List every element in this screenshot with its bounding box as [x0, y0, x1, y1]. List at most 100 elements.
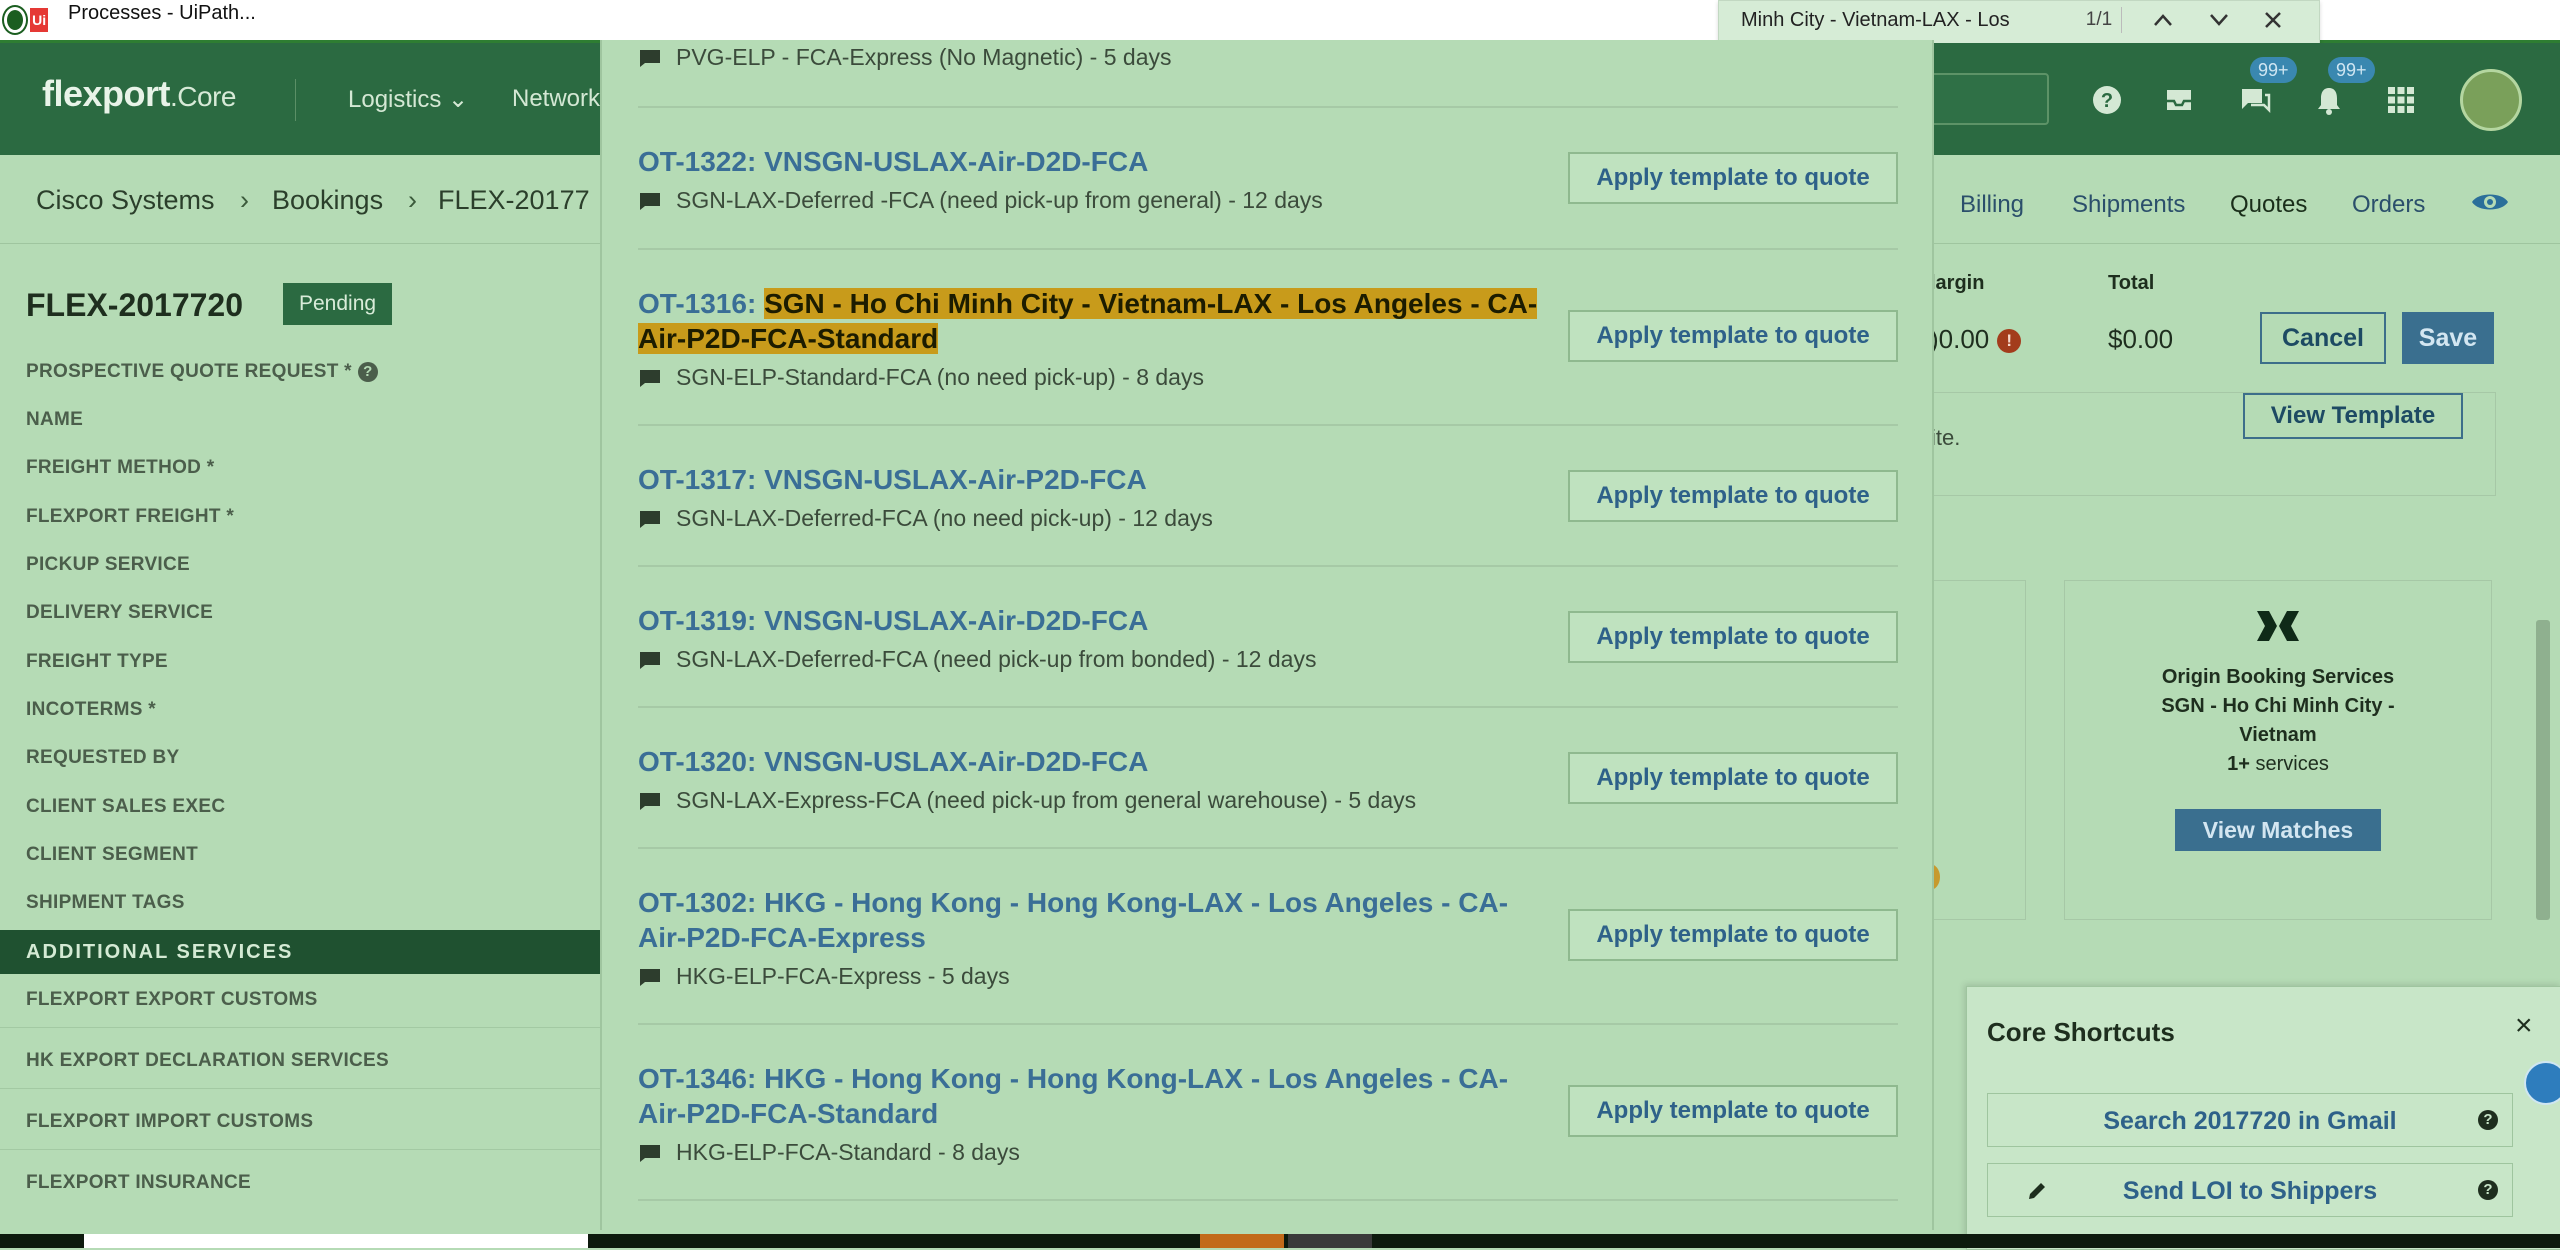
field-freight-method: FREIGHT METHOD *: [26, 457, 215, 478]
circle-logo-icon: [4, 7, 27, 33]
ui-logo-icon: Ui: [30, 8, 48, 32]
apply-template-button[interactable]: Apply template to quote: [1568, 470, 1898, 522]
shortcut-search-gmail[interactable]: Search 2017720 in Gmail ?: [1987, 1093, 2513, 1147]
notifications-bell-icon[interactable]: [2312, 83, 2346, 117]
taskbar-item[interactable]: [84, 1234, 588, 1248]
template-subtitle: PVG-ELP - FCA-Express (No Magnetic) - 5 …: [638, 44, 1172, 71]
field-flexport-insurance: FLEXPORT INSURANCE: [26, 1172, 251, 1193]
template-text: OT-1322: VNSGN-USLAX-Air-D2D-FCA SGN-LAX…: [638, 144, 1538, 214]
template-row: OT-1319: VNSGN-USLAX-Air-D2D-FCA SGN-LAX…: [638, 567, 1898, 708]
origin-card-country: Vietnam: [2239, 724, 2317, 746]
tab-shipments[interactable]: Shipments: [2072, 191, 2185, 219]
tab-billing[interactable]: Billing: [1960, 191, 2024, 219]
user-avatar[interactable]: [2460, 69, 2522, 131]
inbox-icon[interactable]: [2162, 83, 2196, 117]
taskbar-item[interactable]: [1288, 1234, 1372, 1248]
breadcrumb-client[interactable]: Cisco Systems: [36, 185, 215, 216]
tab-quotes[interactable]: Quotes: [2230, 191, 2307, 219]
apply-template-button[interactable]: Apply template to quote: [1568, 752, 1898, 804]
template-subtitle: HKG-ELP-FCA-Standard - 8 days: [638, 1139, 1538, 1166]
origin-card-count: 1+ services: [2065, 750, 2491, 779]
margin-amount: )0.00: [1930, 324, 1990, 354]
margin-label: largin: [1930, 272, 1985, 294]
find-close-button[interactable]: [2253, 3, 2293, 37]
template-name: VNSGN-USLAX-Air-D2D-FCA: [764, 746, 1149, 777]
template-title[interactable]: OT-1346: HKG - Hong Kong - Hong Kong-LAX…: [638, 1061, 1538, 1131]
template-row: OT-1316: SGN - Ho Chi Minh City - Vietna…: [638, 250, 1898, 426]
divider: [0, 1027, 600, 1028]
find-next-button[interactable]: [2199, 3, 2239, 37]
total-label: Total: [2108, 272, 2155, 294]
template-row: OT-1322: VNSGN-USLAX-Air-D2D-FCA SGN-LAX…: [638, 108, 1898, 250]
template-subtitle-text: SGN-ELP-Standard-FCA (no need pick-up) -…: [676, 364, 1204, 390]
nav-network[interactable]: Network: [512, 85, 600, 113]
template-subtitle: SGN-ELP-Standard-FCA (no need pick-up) -…: [638, 364, 1538, 391]
apply-template-button[interactable]: Apply template to quote: [1568, 611, 1898, 663]
find-previous-button[interactable]: [2143, 3, 2183, 37]
page-scrollbar[interactable]: [2536, 620, 2550, 920]
brand-name: flexport: [42, 73, 171, 114]
flexport-logo[interactable]: flexport.Core: [42, 73, 236, 115]
taskbar-item[interactable]: [1200, 1234, 1284, 1248]
view-template-button[interactable]: View Template: [2243, 393, 2463, 439]
cancel-button[interactable]: Cancel: [2260, 312, 2386, 364]
template-id: OT-1319:: [638, 605, 757, 636]
header-search-input[interactable]: [1915, 73, 2049, 125]
warning-icon: !: [1997, 329, 2022, 353]
field-incoterms: INCOTERMS *: [26, 699, 156, 720]
field-flexport-import-customs: FLEXPORT IMPORT CUSTOMS: [26, 1111, 314, 1132]
breadcrumb-bookings[interactable]: Bookings: [272, 185, 383, 216]
find-input[interactable]: Minh City - Vietnam-LAX - Los: [1741, 3, 2071, 37]
field-hk-export-declaration: HK EXPORT DECLARATION SERVICES: [26, 1050, 390, 1071]
core-shortcuts-panel: Core Shortcuts × Search 2017720 in Gmail…: [1966, 986, 2560, 1250]
template-title[interactable]: OT-1317: VNSGN-USLAX-Air-P2D-FCA: [638, 462, 1538, 497]
field-flexport-freight: FLEXPORT FREIGHT *: [26, 506, 235, 527]
template-title[interactable]: OT-1302: HKG - Hong Kong - Hong Kong-LAX…: [638, 885, 1538, 955]
teamviewer-icon[interactable]: [2524, 1061, 2560, 1105]
shortcut-label: Send LOI to Shippers: [2122, 1177, 2378, 1205]
apply-template-button[interactable]: Apply template to quote: [1568, 152, 1898, 204]
field-label-text: PROSPECTIVE QUOTE REQUEST *: [26, 361, 352, 382]
template-subtitle-text: PVG-ELP - FCA-Express (No Magnetic) - 5 …: [676, 44, 1172, 70]
template-title[interactable]: OT-1320: VNSGN-USLAX-Air-D2D-FCA: [638, 744, 1538, 779]
field-delivery-service: DELIVERY SERVICE: [26, 602, 214, 623]
nav-logistics[interactable]: Logistics ⌄: [348, 85, 468, 114]
divider: [0, 1149, 600, 1150]
field-client-sales-exec: CLIENT SALES EXEC: [26, 796, 226, 817]
template-subtitle-text: SGN-LAX-Deferred-FCA (no need pick-up) -…: [676, 505, 1213, 531]
origin-card-location: SGN - Ho Chi Minh City -: [2161, 695, 2395, 717]
apps-grid-icon[interactable]: [2384, 83, 2418, 117]
apply-template-button[interactable]: Apply template to quote: [1568, 1085, 1898, 1137]
template-title[interactable]: OT-1316: SGN - Ho Chi Minh City - Vietna…: [638, 286, 1538, 356]
eye-icon[interactable]: [2470, 189, 2510, 215]
find-match-count: 1/1: [2085, 9, 2113, 30]
field-requested-by: REQUESTED BY: [26, 747, 180, 768]
close-icon[interactable]: ×: [2515, 1009, 2533, 1043]
template-title[interactable]: OT-1319: VNSGN-USLAX-Air-D2D-FCA: [638, 603, 1538, 638]
template-subtitle-text: SGN-LAX-Express-FCA (need pick-up from g…: [676, 787, 1417, 813]
tab-orders[interactable]: Orders: [2352, 191, 2425, 219]
template-title[interactable]: OT-1322: VNSGN-USLAX-Air-D2D-FCA: [638, 144, 1538, 179]
template-id: OT-1302:: [638, 887, 757, 918]
breadcrumb-booking-id: FLEX-20177: [438, 185, 590, 215]
comment-icon: [640, 651, 660, 669]
booking-id-title: FLEX-2017720: [26, 287, 244, 323]
help-icon[interactable]: ?: [2478, 1110, 2498, 1130]
apply-template-button[interactable]: Apply template to quote: [1568, 310, 1898, 362]
view-matches-button[interactable]: View Matches: [2175, 809, 2381, 851]
shortcuts-title: Core Shortcuts: [1987, 1017, 2175, 1047]
template-text: OT-1316: SGN - Ho Chi Minh City - Vietna…: [638, 286, 1538, 391]
origin-card-text: Origin Booking Services SGN - Ho Chi Min…: [2065, 663, 2491, 779]
template-id: OT-1317:: [638, 464, 757, 495]
notifications-badge: 99+: [2328, 57, 2375, 83]
apply-template-button[interactable]: Apply template to quote: [1568, 909, 1898, 961]
shortcut-send-loi[interactable]: Send LOI to Shippers ?: [1987, 1163, 2513, 1217]
template-subtitle-text: SGN-LAX-Deferred-FCA (need pick-up from …: [676, 646, 1317, 672]
help-icon[interactable]: ?: [2478, 1180, 2498, 1200]
template-subtitle: SGN-LAX-Express-FCA (need pick-up from g…: [638, 787, 1538, 814]
help-icon[interactable]: ?: [357, 362, 378, 382]
search-highlight: SGN - Ho Chi Minh City - Vietnam-LAX - L…: [638, 288, 1538, 354]
messages-icon[interactable]: [2238, 83, 2272, 117]
save-button[interactable]: Save: [2402, 312, 2494, 364]
help-icon[interactable]: ?: [2090, 83, 2124, 117]
